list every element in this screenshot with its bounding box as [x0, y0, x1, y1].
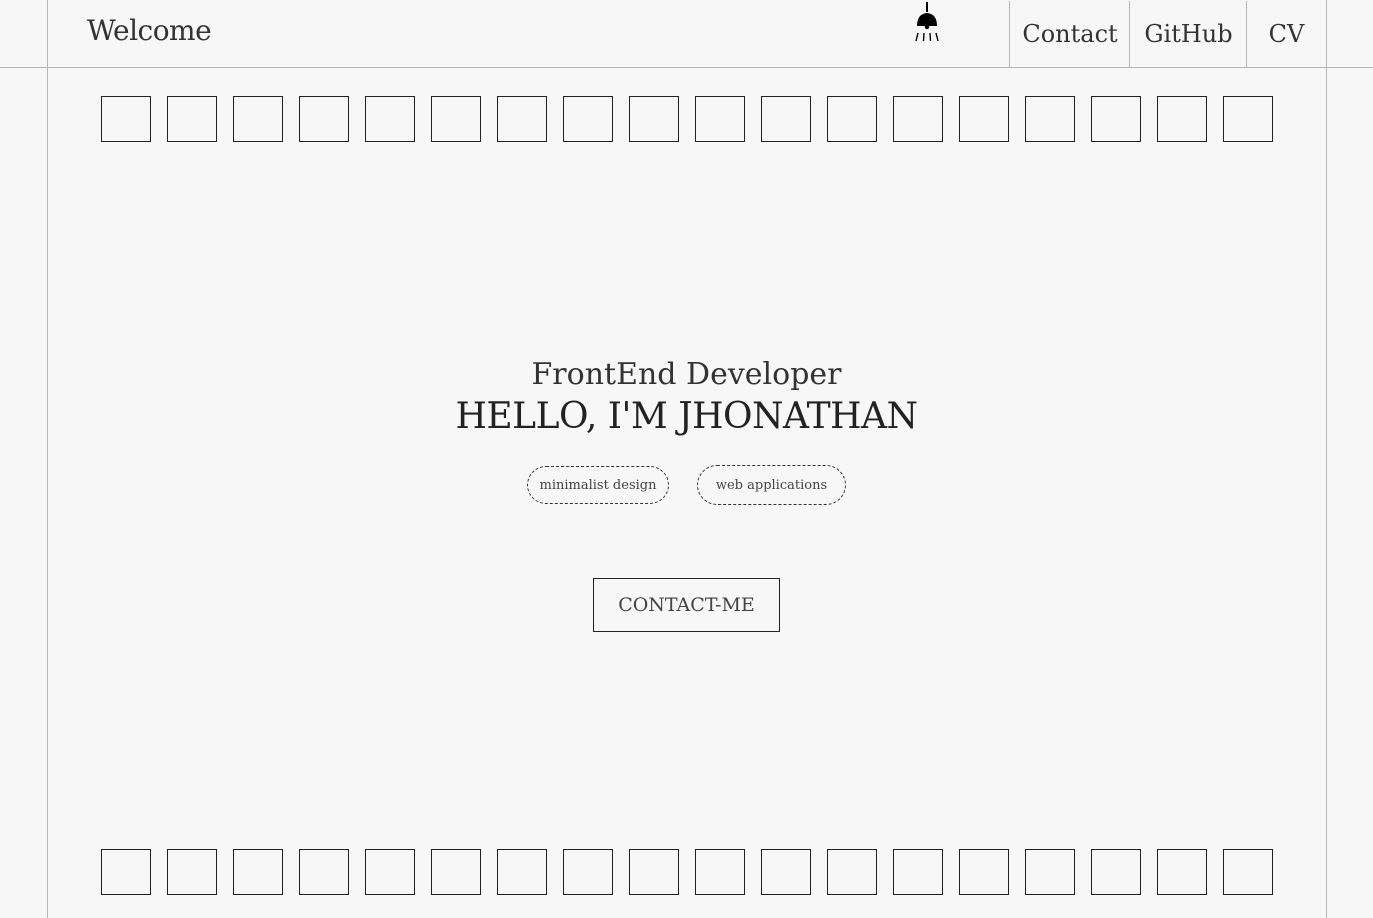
decor-square [1157, 96, 1207, 142]
decor-square [761, 849, 811, 895]
lamp-icon[interactable] [912, 2, 942, 44]
decor-square [101, 849, 151, 895]
decor-square [365, 96, 415, 142]
decor-square [101, 96, 151, 142]
decor-square [167, 96, 217, 142]
lamp-icon-svg [915, 2, 939, 42]
nav-github[interactable]: GitHub [1129, 1, 1247, 67]
decor-square [1025, 96, 1075, 142]
decor-square [1091, 96, 1141, 142]
decor-square [563, 96, 613, 142]
decor-square [827, 96, 877, 142]
decor-square [497, 96, 547, 142]
hero-greeting: HELLO, I'M JHONATHAN [455, 396, 918, 437]
decor-square [893, 849, 943, 895]
tag-minimalist-design: minimalist design [527, 466, 669, 504]
decor-square [299, 849, 349, 895]
brand-welcome[interactable]: Welcome [87, 14, 212, 47]
decor-square [431, 849, 481, 895]
decor-square [695, 96, 745, 142]
top-square-strip [101, 96, 1273, 142]
bottom-square-strip [101, 849, 1273, 895]
decor-square [959, 849, 1009, 895]
decor-square [893, 96, 943, 142]
nav-contact[interactable]: Contact [1009, 1, 1130, 67]
decor-square [695, 849, 745, 895]
decor-square [299, 96, 349, 142]
tag-web-applications: web applications [697, 465, 846, 505]
left-rail [47, 0, 48, 918]
decor-square [629, 96, 679, 142]
page: Welcome Contact GitHub CV FrontEnd Devel… [0, 0, 1373, 918]
nav-cv[interactable]: CV [1246, 1, 1326, 67]
decor-square [365, 849, 415, 895]
decor-square [233, 849, 283, 895]
contact-me-button[interactable]: CONTACT-ME [593, 578, 780, 632]
decor-square [629, 849, 679, 895]
decor-square [1025, 849, 1075, 895]
decor-square [431, 96, 481, 142]
decor-square [761, 96, 811, 142]
decor-square [497, 849, 547, 895]
right-rail [1326, 0, 1327, 918]
decor-square [233, 96, 283, 142]
decor-square [167, 849, 217, 895]
decor-square [959, 96, 1009, 142]
decor-square [563, 849, 613, 895]
role-subtitle: FrontEnd Developer [531, 357, 842, 392]
header: Welcome Contact GitHub CV [0, 0, 1373, 68]
decor-square [1223, 96, 1273, 142]
decor-square [1157, 849, 1207, 895]
decor-square [827, 849, 877, 895]
decor-square [1223, 849, 1273, 895]
decor-square [1091, 849, 1141, 895]
